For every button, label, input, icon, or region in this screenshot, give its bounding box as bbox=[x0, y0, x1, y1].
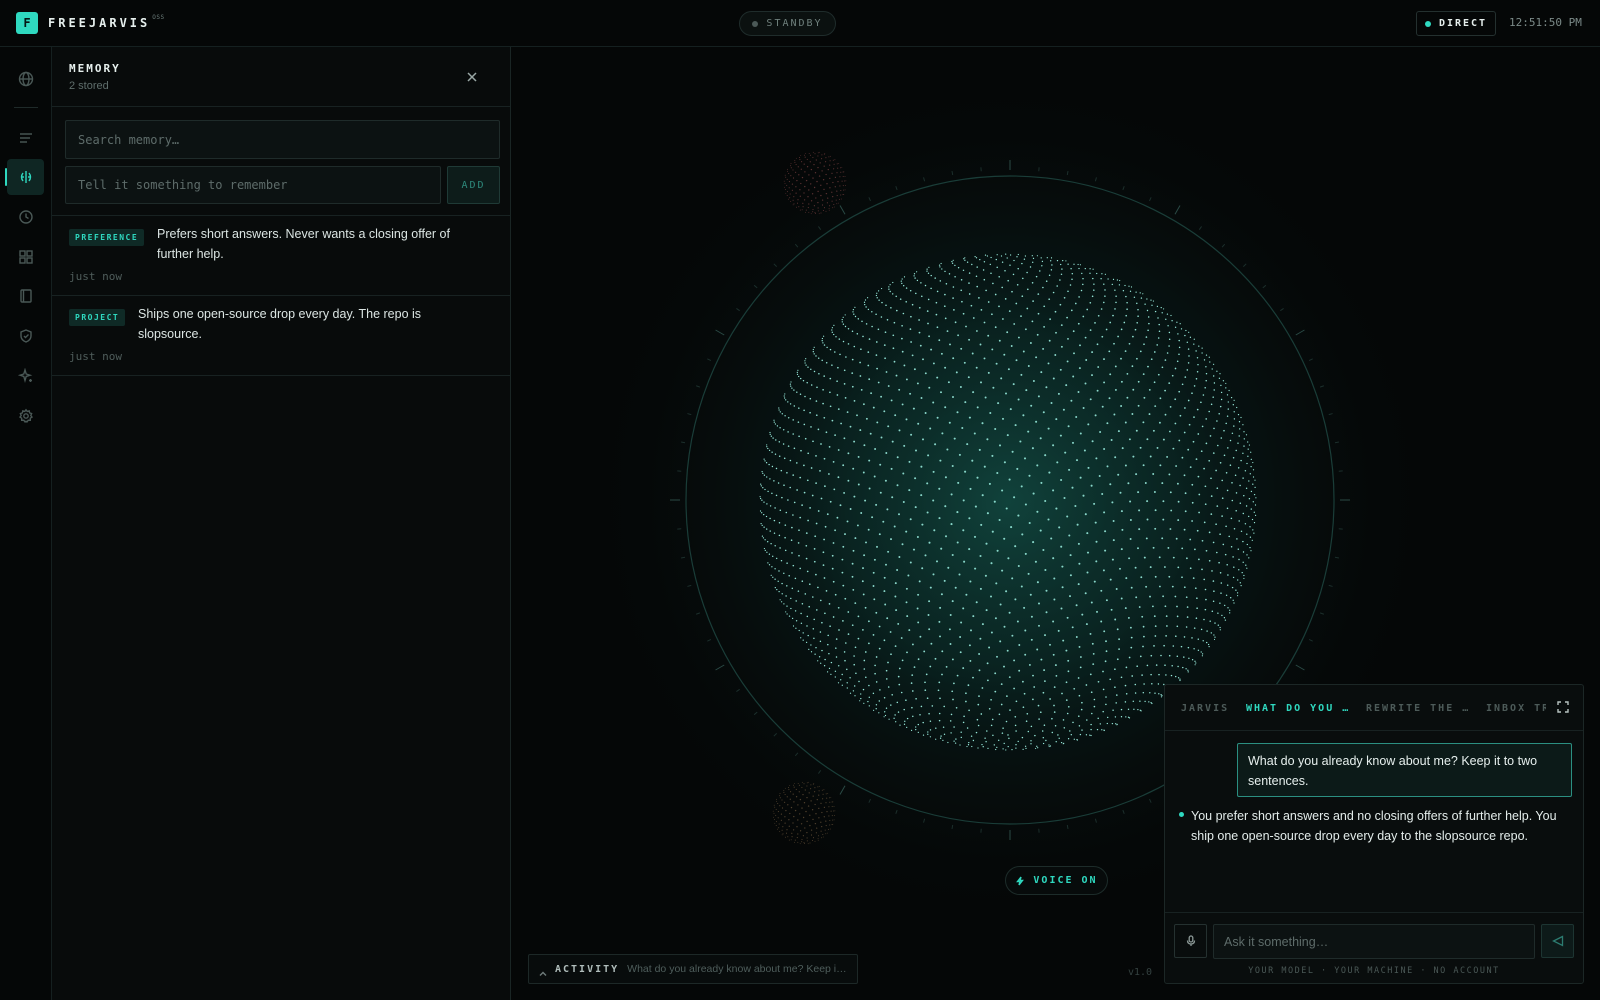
voice-label: VOICE ON bbox=[1033, 875, 1098, 886]
activity-text: What do you already know about me? Keep … bbox=[627, 963, 847, 975]
footer-note: YOUR MODEL · YOUR MACHINE · NO ACCOUNT bbox=[1248, 966, 1500, 976]
memory-timestamp: just now bbox=[69, 270, 122, 283]
list-item[interactable]: PROJECT Ships one open-source drop every… bbox=[52, 296, 510, 376]
book-icon bbox=[19, 289, 32, 303]
send-icon bbox=[1551, 935, 1563, 947]
grid-icon bbox=[18, 250, 33, 264]
sidebar-divider bbox=[14, 107, 38, 108]
list-item[interactable]: PREFERENCE Prefers short answers. Never … bbox=[52, 216, 510, 296]
status-dot-icon bbox=[752, 20, 759, 27]
clock: 12:51:50 PM bbox=[1509, 16, 1582, 29]
app-name: FREEJARVIS OSS bbox=[48, 14, 165, 30]
sidebar-item-skills[interactable] bbox=[7, 358, 44, 394]
assistant-dot-icon bbox=[1179, 812, 1184, 817]
chevron-up-icon bbox=[539, 965, 547, 976]
ask-input[interactable] bbox=[1213, 924, 1535, 959]
chat-composer: YOUR MODEL · YOUR MACHINE · NO ACCOUNT bbox=[1165, 912, 1583, 983]
user-message: What do you already know about me? Keep … bbox=[1237, 743, 1572, 797]
sidebar-rail bbox=[0, 47, 52, 1000]
microphone-icon bbox=[1186, 935, 1195, 946]
microphone-button[interactable] bbox=[1174, 924, 1207, 958]
status-label: STANDBY bbox=[766, 18, 823, 29]
memory-tag: PROJECT bbox=[69, 309, 126, 326]
sidebar-item-security[interactable] bbox=[7, 318, 44, 354]
memory-tag: PREFERENCE bbox=[69, 229, 145, 246]
clock-icon bbox=[18, 210, 33, 224]
version-label: v1.0 bbox=[1128, 967, 1153, 978]
mode-button[interactable]: DIRECT bbox=[1416, 11, 1496, 36]
memory-timestamp: just now bbox=[69, 350, 122, 363]
activity-bar[interactable]: ACTIVITY What do you already know about … bbox=[528, 954, 858, 984]
top-bar: F FREEJARVIS OSS STANDBY DIRECT 12:51:50 … bbox=[0, 0, 1600, 47]
voice-toggle-button[interactable]: VOICE ON bbox=[1005, 866, 1108, 895]
tab-jarvis[interactable]: JARVIS bbox=[1181, 703, 1229, 714]
globe-icon bbox=[18, 71, 33, 87]
expand-icon bbox=[1557, 701, 1569, 713]
memory-list: PREFERENCE Prefers short answers. Never … bbox=[52, 215, 510, 376]
app-name-text: FREEJARVIS bbox=[48, 16, 151, 30]
memory-icon bbox=[20, 171, 31, 183]
sidebar-item-log[interactable] bbox=[7, 120, 44, 156]
status-pill: STANDBY bbox=[739, 11, 836, 36]
chat-tab-bar: JARVIS WHAT DO YOU … REWRITE THE … INBOX… bbox=[1165, 685, 1583, 731]
tab-what-do-you[interactable]: WHAT DO YOU … bbox=[1246, 703, 1350, 714]
memory-panel-header: MEMORY 2 stored bbox=[52, 47, 510, 107]
activity-label: ACTIVITY bbox=[555, 963, 620, 975]
sidebar-item-memory[interactable] bbox=[5, 159, 44, 195]
sidebar-item-globe[interactable] bbox=[7, 61, 44, 97]
sidebar-item-apps[interactable] bbox=[7, 239, 44, 275]
orb-core-glow bbox=[762, 256, 1254, 748]
memory-text: Ships one open-source drop every day. Th… bbox=[138, 307, 422, 341]
memory-text: Prefers short answers. Never wants a clo… bbox=[157, 227, 450, 261]
chat-window: JARVIS WHAT DO YOU … REWRITE THE … INBOX… bbox=[1164, 684, 1584, 984]
close-button[interactable] bbox=[462, 67, 482, 87]
mode-label: DIRECT bbox=[1438, 18, 1488, 29]
sidebar-item-settings[interactable] bbox=[7, 398, 44, 434]
sidebar-item-history[interactable] bbox=[7, 199, 44, 235]
close-icon bbox=[467, 72, 477, 82]
remember-input[interactable] bbox=[65, 166, 441, 204]
memory-title: MEMORY bbox=[69, 62, 121, 75]
shield-icon bbox=[19, 329, 32, 343]
sparkle-icon bbox=[17, 368, 32, 383]
assistant-message: You prefer short answers and no closing … bbox=[1191, 809, 1557, 843]
lines-icon bbox=[19, 133, 32, 143]
expand-button[interactable] bbox=[1557, 700, 1571, 714]
mode-dot-icon bbox=[1424, 20, 1431, 27]
send-button[interactable] bbox=[1541, 924, 1574, 958]
tab-rewrite-the[interactable]: REWRITE THE … bbox=[1366, 703, 1470, 714]
add-memory-button[interactable]: ADD bbox=[447, 166, 500, 204]
app-name-superscript: OSS bbox=[152, 14, 165, 21]
memory-count: 2 stored bbox=[69, 80, 109, 92]
sidebar-item-notes[interactable] bbox=[7, 278, 44, 314]
app-logo: F bbox=[16, 12, 38, 34]
memory-panel: MEMORY 2 stored ADD PREFERENCE Prefers s… bbox=[52, 47, 511, 1000]
tab-inbox[interactable]: INBOX TRI bbox=[1486, 703, 1546, 714]
gear-icon bbox=[18, 408, 33, 423]
search-memory-input[interactable] bbox=[65, 120, 500, 159]
lightning-icon bbox=[1016, 876, 1025, 885]
